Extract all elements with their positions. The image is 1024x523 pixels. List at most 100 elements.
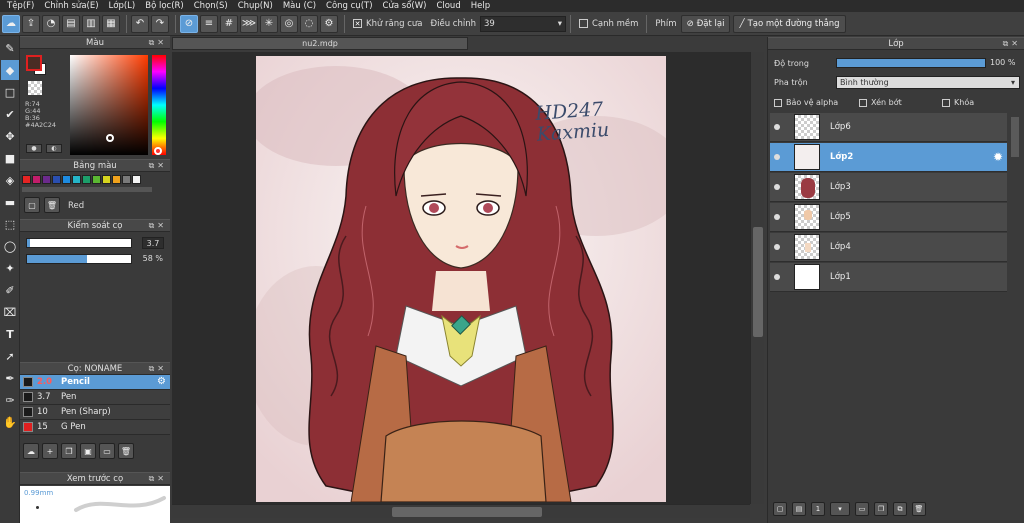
canvas-horizontal-scrollbar[interactable] [172,504,750,518]
brush-item-pen-sharp[interactable]: 10 Pen (Sharp) [20,405,170,420]
add-layer-menu-icon[interactable]: ▾ [830,502,850,516]
menu-select[interactable]: Chọn(S) [189,0,233,12]
new-page-icon[interactable]: ▢ [24,197,40,213]
palette-swatch[interactable] [72,175,81,184]
hue-slider[interactable] [152,55,166,155]
add-brush-icon[interactable]: + [42,443,58,459]
square-fill-icon[interactable]: ■ [1,148,19,168]
sv-picker-cursor[interactable] [106,134,114,142]
foreground-color-swatch[interactable] [26,55,42,71]
select-pen-icon[interactable]: ✐ [1,280,19,300]
brush-item-pen[interactable]: 3.7 Pen [20,390,170,405]
redo-icon[interactable]: ↷ [151,14,169,33]
cross-snap-icon[interactable]: # [220,14,238,33]
check-tool-icon[interactable]: ✔ [1,104,19,124]
cloud-icon[interactable]: ☁ [2,14,20,33]
move-tool-icon[interactable]: ✥ [1,126,19,146]
menu-filter[interactable]: Bộ lọc(R) [140,0,189,12]
menu-cloud[interactable]: Cloud [431,0,465,12]
vanishing-point-icon[interactable]: ⋙ [240,14,258,33]
gradient-icon[interactable]: ▬ [1,192,19,212]
palette-swatch[interactable] [32,175,41,184]
panel-icon[interactable]: ▥ [82,14,100,33]
menu-help[interactable]: Help [466,0,495,12]
palette-swatch[interactable] [22,175,31,184]
brush-size-slider[interactable] [26,238,132,248]
palette-scrollbar[interactable] [22,187,152,192]
layer-row-3[interactable]: Lớp3 [770,173,1007,202]
antialias-checkbox[interactable]: ✕ [353,19,362,28]
palette-swatch[interactable] [62,175,71,184]
palette-swatch[interactable] [42,175,51,184]
palette-swatch[interactable] [82,175,91,184]
gear-icon[interactable]: ✹ [993,150,1003,164]
layer-opacity-slider[interactable] [836,58,986,68]
eye-icon[interactable] [774,154,780,160]
menu-edit[interactable]: Chỉnh sửa(E) [39,0,103,12]
palette-swatch[interactable] [112,175,121,184]
lock-checkbox[interactable]: Khóa [942,98,974,107]
rectangle-select-icon[interactable]: □ [1,82,19,102]
duplicate-layer-icon[interactable]: ❐ [874,502,888,516]
undo-icon[interactable]: ↶ [131,14,149,33]
trash-icon[interactable]: 🗑 [912,502,926,516]
circle-snap-icon[interactable]: ◎ [280,14,298,33]
eye-icon[interactable] [774,244,780,250]
menu-layer[interactable]: Lớp(L) [104,0,141,12]
reset-button[interactable]: ⊘ Đặt lại [680,14,731,33]
layer-list-scrollbar[interactable] [1008,113,1022,521]
straight-line-button[interactable]: ╱ Tạo một đường thẳng [733,14,846,33]
brush-item-pencil[interactable]: 2.0 Pencil ⚙ [20,375,170,390]
brush-settings-icon[interactable]: ▣ [80,443,96,459]
menu-view[interactable]: Chụp(N) [233,0,278,12]
layer-row-6[interactable]: Lớp6 [770,113,1007,142]
menu-file[interactable]: Tệp(F) [2,0,39,12]
palette-swatch[interactable] [52,175,61,184]
merge-layer-icon[interactable]: ⧉ [893,502,907,516]
brush-item-g-pen[interactable]: 15 G Pen [20,420,170,435]
eye-icon[interactable] [774,124,780,130]
settings-snap-icon[interactable]: ⚙ [320,14,338,33]
eye-icon[interactable] [774,214,780,220]
pen-tool-icon[interactable]: ✑ [1,390,19,410]
brush-tool-icon[interactable]: ✎ [1,38,19,58]
vertical-scroll-thumb[interactable] [753,227,763,337]
curve-snap-icon[interactable]: ◌ [300,14,318,33]
operation-tool-icon[interactable]: ➚ [1,346,19,366]
export-icon[interactable]: ⇪ [22,14,40,33]
marquee-select-icon[interactable]: ⬚ [1,214,19,234]
blend-mode-select[interactable]: Bình thường ▾ [836,76,1020,89]
menu-color[interactable]: Màu (C) [278,0,321,12]
trash-icon[interactable]: 🗑 [44,197,60,213]
color-swap-button[interactable]: ◐ [46,144,62,153]
menu-window[interactable]: Cửa sổ(W) [378,0,432,12]
lasso-select-icon[interactable]: ◯ [1,236,19,256]
palette-swatch[interactable] [122,175,131,184]
layer-row-1[interactable]: Lớp1 [770,263,1007,292]
brush-size-value[interactable]: 3.7 [142,237,164,249]
parallel-snap-icon[interactable]: ≡ [200,14,218,33]
bucket-fill-icon[interactable]: ◈ [1,170,19,190]
palette-swatch[interactable] [92,175,101,184]
transparent-swatch[interactable] [28,81,42,95]
magic-wand-icon[interactable]: ✦ [1,258,19,278]
brush-opacity-slider[interactable] [26,254,132,264]
eyedropper-icon[interactable]: ✒ [1,368,19,388]
panel-controls-icon[interactable]: ⧉✕ [149,221,167,231]
hand-tool-icon[interactable]: ✋ [1,412,19,432]
grid-panel-icon[interactable]: ▦ [102,14,120,33]
copy-brush-icon[interactable]: ❐ [61,443,77,459]
folder-icon[interactable]: ▭ [99,443,115,459]
text-tool-icon[interactable]: T [1,324,19,344]
speech-bubble-icon[interactable]: ◔ [42,14,60,33]
trash-icon[interactable]: 🗑 [118,443,134,459]
new-layer-icon[interactable]: ▢ [773,502,787,516]
adjust-select[interactable]: 39 ▾ [479,15,566,32]
smooth-edge-checkbox[interactable] [578,19,588,28]
panel-controls-icon[interactable]: ⧉✕ [149,364,167,374]
panel-controls-icon[interactable]: ⧉✕ [149,38,167,48]
clipping-checkbox[interactable]: Xén bớt [859,98,902,107]
menu-tools[interactable]: Công cụ(T) [321,0,378,12]
eye-icon[interactable] [774,274,780,280]
canvas-vertical-scrollbar[interactable] [750,52,764,504]
